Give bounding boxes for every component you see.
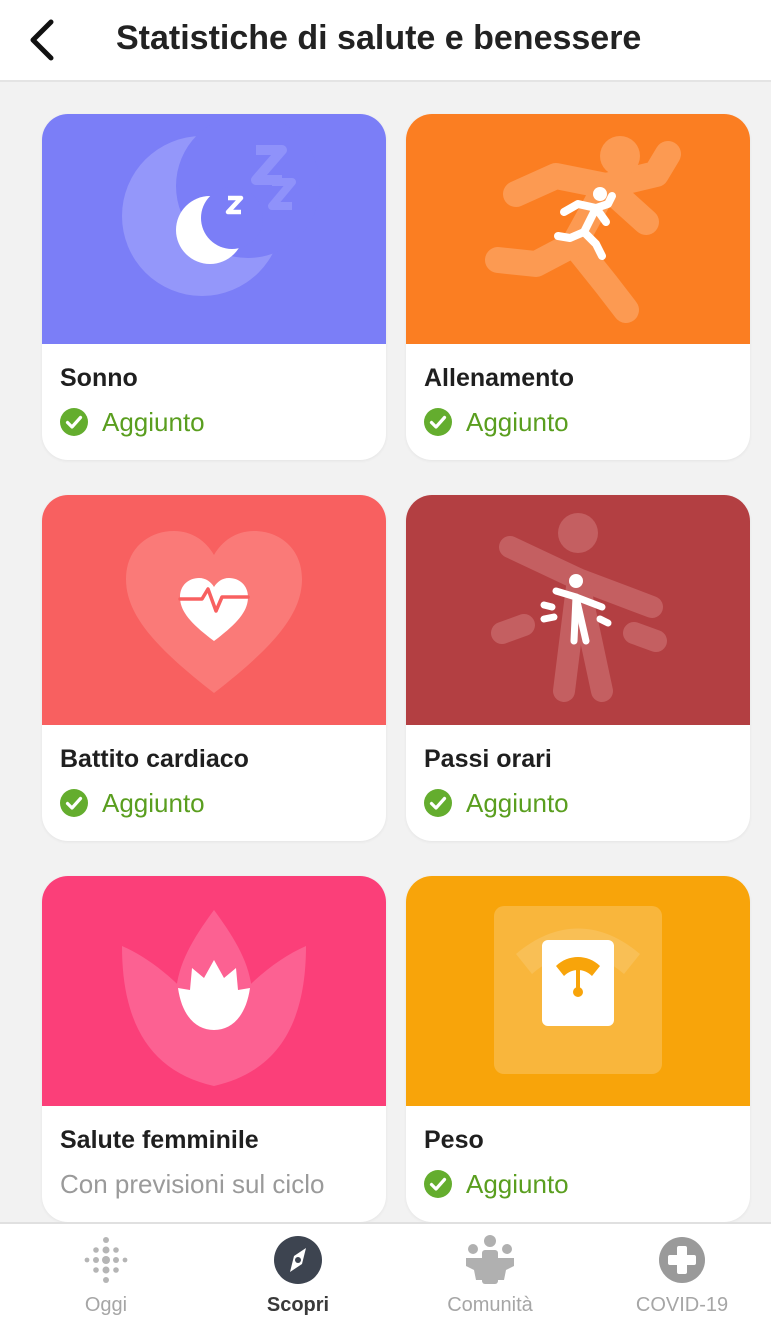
check-circle-icon xyxy=(424,1170,452,1198)
top-bar: Statistiche di salute e benessere xyxy=(0,0,771,82)
heart-rate-icon xyxy=(126,531,302,693)
status-badge: Aggiunto xyxy=(60,785,205,821)
check-circle-icon xyxy=(60,789,88,817)
card-sonno[interactable]: Sonno Aggiunto xyxy=(42,114,386,460)
card-banner xyxy=(406,114,750,344)
tab-label: Oggi xyxy=(84,1294,128,1316)
card-salute-femminile[interactable]: Salute femminile Con previsioni sul cicl… xyxy=(42,876,386,1222)
card-title: Sonno xyxy=(60,364,138,392)
status-text: Aggiunto xyxy=(102,406,205,437)
moon-icon xyxy=(122,114,320,296)
card-peso[interactable]: Peso Aggiunto xyxy=(406,876,750,1222)
status-badge: Aggiunto xyxy=(424,1166,569,1202)
running-person-icon xyxy=(485,136,681,323)
tab-label: Scopri xyxy=(266,1294,330,1316)
card-passi-orari[interactable]: Passi orari Aggiunto xyxy=(406,495,750,841)
card-banner xyxy=(406,876,750,1106)
tab-label: Comunità xyxy=(447,1294,533,1316)
status-text: Aggiunto xyxy=(466,1168,569,1199)
back-button[interactable] xyxy=(22,14,62,66)
card-banner xyxy=(42,876,386,1106)
tab-oggi[interactable]: Oggi xyxy=(10,1224,202,1321)
tab-comunita[interactable]: Comunità xyxy=(394,1224,586,1321)
compass-icon xyxy=(274,1236,322,1284)
card-allenamento[interactable]: Allenamento Aggiunto xyxy=(406,114,750,460)
bottom-tab-bar: Oggi Scopri Comunità COVID-19 xyxy=(0,1222,771,1321)
status-text: Aggiunto xyxy=(466,787,569,818)
status-subtitle: Con previsioni sul ciclo xyxy=(60,1166,324,1202)
lotus-icon xyxy=(122,910,306,1086)
status-text: Con previsioni sul ciclo xyxy=(60,1168,325,1199)
card-banner xyxy=(42,114,386,344)
status-badge: Aggiunto xyxy=(424,404,569,440)
community-icon xyxy=(466,1235,514,1284)
card-title: Allenamento xyxy=(424,364,575,392)
status-text: Aggiunto xyxy=(102,787,205,818)
card-title: Salute femminile xyxy=(60,1126,259,1154)
plus-cross-icon xyxy=(659,1237,705,1283)
status-badge: Aggiunto xyxy=(424,785,569,821)
status-text: Aggiunto xyxy=(466,406,569,437)
tab-label: COVID-19 xyxy=(635,1294,729,1316)
tab-scopri[interactable]: Scopri xyxy=(202,1224,394,1321)
scale-icon xyxy=(494,906,662,1074)
check-circle-icon xyxy=(60,408,88,436)
chevron-left-icon xyxy=(30,19,54,61)
check-circle-icon xyxy=(424,789,452,817)
card-banner xyxy=(406,495,750,725)
tab-covid-19[interactable]: COVID-19 xyxy=(586,1224,771,1321)
status-badge: Aggiunto xyxy=(60,404,205,440)
check-circle-icon xyxy=(424,408,452,436)
card-title: Peso xyxy=(424,1126,484,1154)
card-battito-cardiaco[interactable]: Battito cardiaco Aggiunto xyxy=(42,495,386,841)
fitbit-dots-icon xyxy=(84,1237,128,1283)
person-moving-icon xyxy=(491,513,667,702)
card-title: Battito cardiaco xyxy=(60,745,249,773)
page-title: Statistiche di salute e benessere xyxy=(116,19,642,57)
card-title: Passi orari xyxy=(424,745,552,773)
card-banner xyxy=(42,495,386,725)
